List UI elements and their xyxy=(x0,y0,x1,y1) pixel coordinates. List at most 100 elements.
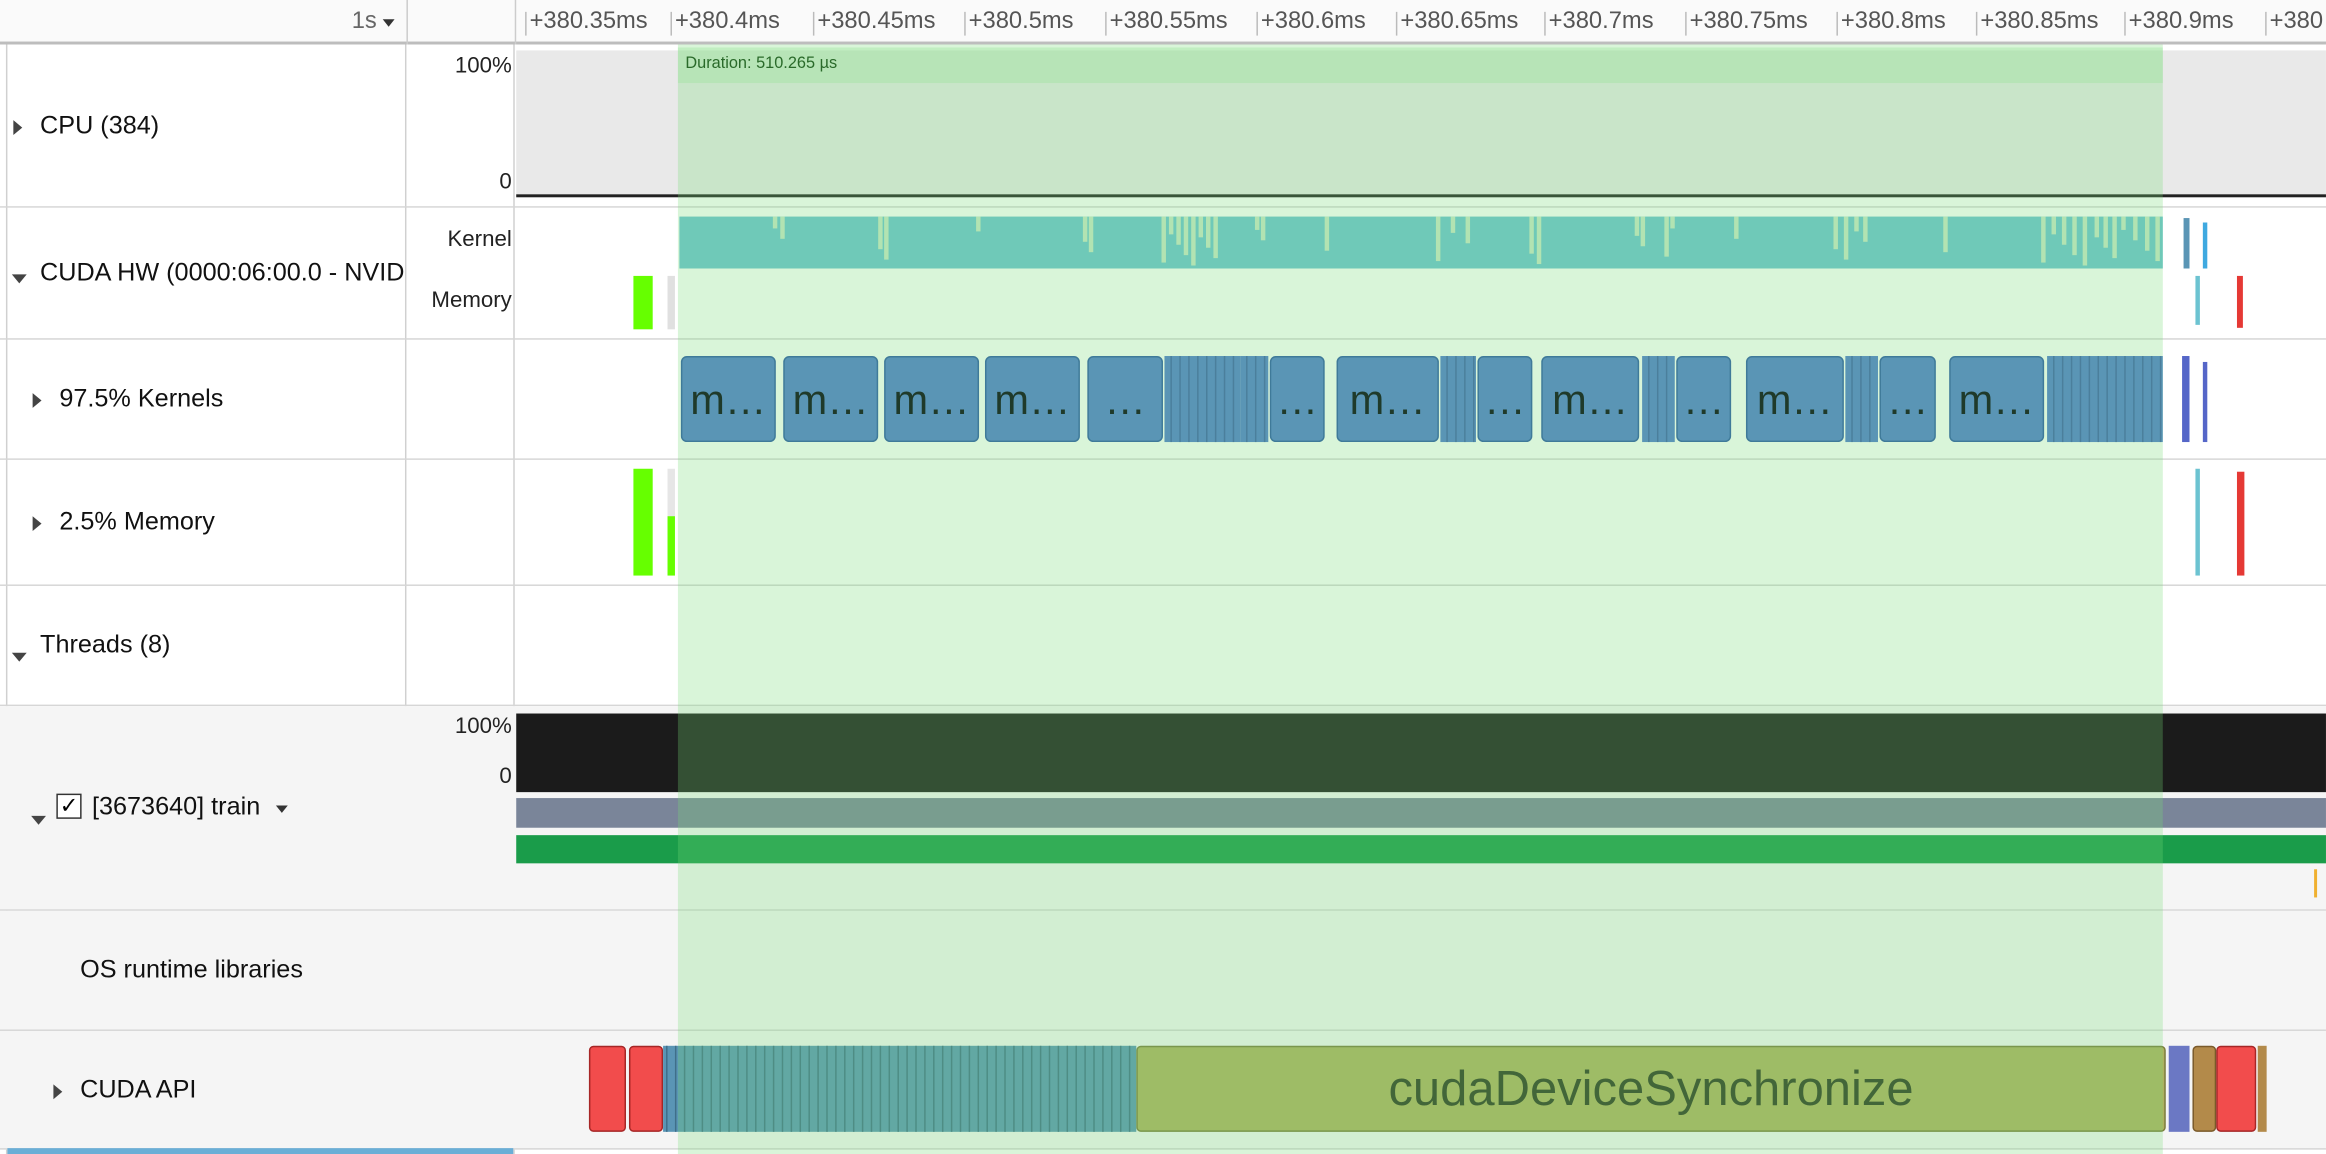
kernel-block[interactable]: m… xyxy=(1541,356,1640,443)
kernel-block[interactable]: m… xyxy=(884,356,980,443)
kernel-block[interactable]: m… xyxy=(1949,356,2045,443)
chevron-right-icon xyxy=(53,1084,63,1100)
api-launch-divider xyxy=(666,1045,668,1132)
kernel-divider xyxy=(1263,356,1266,443)
kernel-block[interactable]: … xyxy=(1879,356,1936,443)
hw-mem-green-1 xyxy=(633,275,653,330)
kernel-divider xyxy=(2079,356,2082,443)
time-ruler[interactable]: +380.35ms +380.4ms +380.45ms +380.5ms +380.5… xyxy=(515,0,2326,45)
kernel-block[interactable]: m… xyxy=(1336,356,1439,443)
kernel-block[interactable]: … xyxy=(1676,356,1732,443)
row-train-expander[interactable] xyxy=(31,803,46,833)
kernel-block[interactable]: m… xyxy=(984,356,1080,443)
row-threads-expander[interactable] xyxy=(11,639,27,669)
kernel-divider xyxy=(2133,356,2135,443)
kernel-divider xyxy=(2106,356,2108,443)
kernel-divider xyxy=(2097,356,2100,443)
ruler-tick-label: +380.75ms xyxy=(1689,8,1808,35)
api-tail-red[interactable] xyxy=(2216,1045,2257,1132)
train-menu-chevron-icon[interactable] xyxy=(275,805,288,813)
ruler-tick-label: +380 xyxy=(2269,8,2324,35)
row-cpu-expander[interactable] xyxy=(13,113,23,143)
kernel-divider xyxy=(1851,356,1853,443)
ruler-tick-mark xyxy=(670,11,672,36)
kernel-block[interactable]: m… xyxy=(680,356,776,443)
kernel-divider xyxy=(1455,356,1457,443)
selection-range[interactable] xyxy=(677,44,2163,1154)
kernel-divider xyxy=(1206,356,1208,443)
kernel-stripe-group[interactable] xyxy=(1164,356,1241,443)
kernel-divider xyxy=(1869,356,1871,443)
ruler-tick-label: +380.4ms xyxy=(674,8,780,35)
api-tail-blue xyxy=(2168,1045,2190,1132)
train-tail-mark xyxy=(2314,869,2318,898)
row-cpu-label: CPU (384) xyxy=(40,111,160,140)
kernel-divider xyxy=(1665,356,1668,443)
mem-green-2 xyxy=(667,516,675,576)
hw-mem-gray-1 xyxy=(667,275,675,330)
kernel-block[interactable]: m… xyxy=(783,356,879,443)
cuda-hw-memory-sublabel: Memory xyxy=(431,287,512,313)
zoom-label: 1s xyxy=(351,8,377,35)
kernel-divider xyxy=(2053,356,2055,443)
api-red-2[interactable] xyxy=(628,1045,664,1132)
selection-duration-bar xyxy=(677,47,2163,84)
mem-tail-2 xyxy=(2236,471,2245,576)
api-red-1[interactable] xyxy=(588,1045,626,1132)
kernel-stripe-group[interactable] xyxy=(2047,356,2163,443)
chevron-down-icon xyxy=(31,815,46,825)
kernel-divider xyxy=(1246,356,1248,443)
row-cuda-api-expander[interactable] xyxy=(53,1077,63,1107)
chevron-down-icon xyxy=(11,274,27,284)
kernel-divider xyxy=(1223,356,1226,443)
ruler-tick-label: +380.65ms xyxy=(1400,8,1519,35)
ruler-tick-label: +380.7ms xyxy=(1548,8,1654,35)
kernel-divider xyxy=(1197,356,1199,443)
ruler-tick-label: +380.35ms xyxy=(529,8,648,35)
bottom-scroll-indicator[interactable] xyxy=(7,1148,514,1154)
ruler-tick-mark xyxy=(525,11,527,36)
kernel-divider xyxy=(2115,356,2117,443)
mem-tail-1 xyxy=(2195,468,2200,576)
ruler-tick-mark xyxy=(1975,11,1978,36)
chevron-down-icon xyxy=(11,652,27,662)
check-icon: ✓ xyxy=(59,793,79,819)
zoom-selector[interactable]: 1s xyxy=(0,0,408,45)
api-tail-olive[interactable] xyxy=(2192,1045,2217,1132)
ruler-tick-label: +380.9ms xyxy=(2128,8,2234,35)
kernel-block[interactable]: m… xyxy=(1745,356,1844,443)
kernel-tail-a xyxy=(2182,356,2190,443)
train-axis-bottom: 0 xyxy=(499,763,512,790)
kernel-divider xyxy=(1188,356,1190,443)
ruler-tick-label: +380.85ms xyxy=(1980,8,2099,35)
row-memory-label: 2.5% Memory xyxy=(59,507,215,536)
selection-duration-label: Duration: 510.265 µs xyxy=(685,54,838,73)
kernel-divider xyxy=(1179,356,1181,443)
row-threads-label: Threads (8) xyxy=(40,630,171,659)
ruler-tick-mark xyxy=(1395,11,1398,36)
ruler-tick-mark xyxy=(1544,11,1546,36)
kernel-divider xyxy=(1464,356,1466,443)
ruler-tick-label: +380.5ms xyxy=(968,8,1074,35)
row-cuda-hw-expander[interactable] xyxy=(11,261,27,291)
kernel-divider xyxy=(1648,356,1650,443)
timeline-header: 1s +380.35ms +380.4ms +380.45ms +380.5ms +38… xyxy=(0,0,2326,45)
row-kernels-expander[interactable] xyxy=(32,386,42,416)
row-memory-expander[interactable] xyxy=(32,509,42,539)
kernel-block[interactable]: … xyxy=(1477,356,1533,443)
kernel-divider xyxy=(1170,356,1172,443)
hw-mem-tail-1 xyxy=(2195,275,2200,325)
kernel-block[interactable]: … xyxy=(1087,356,1163,443)
kernel-divider xyxy=(2124,356,2126,443)
train-checkbox[interactable]: ✓ xyxy=(56,793,82,819)
hw-kernel-tail-2 xyxy=(2202,222,2208,269)
chevron-right-icon xyxy=(13,120,23,135)
row-cuda-api-label: CUDA API xyxy=(80,1075,197,1104)
chevron-right-icon xyxy=(32,516,42,532)
ruler-tick-mark xyxy=(2124,11,2126,36)
row-kernels-label: 97.5% Kernels xyxy=(59,384,224,413)
ruler-tick-mark xyxy=(812,11,815,36)
kernel-block[interactable]: … xyxy=(1269,356,1325,443)
chevron-right-icon xyxy=(32,393,42,408)
kernel-divider xyxy=(1232,356,1235,443)
